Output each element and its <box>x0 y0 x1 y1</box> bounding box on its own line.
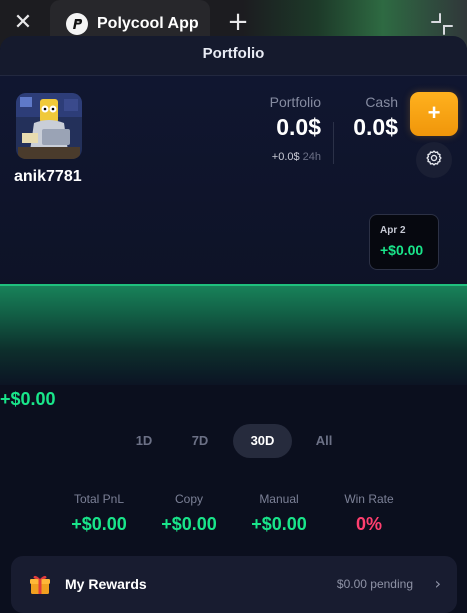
range-30d-button[interactable]: 30D <box>233 424 292 458</box>
add-funds-button[interactable]: + <box>410 92 458 136</box>
range-7d-button[interactable]: 7D <box>184 424 216 458</box>
stat-win-rate-label: Win Rate <box>344 492 394 506</box>
tooltip-date: Apr 2 <box>380 225 406 236</box>
profile-section: anik7781 Portfolio 0.0$ +0.0$ 24h Cash 0.… <box>0 76 467 286</box>
username: anik7781 <box>14 168 82 185</box>
chart-tooltip: Apr 2 +$0.00 <box>369 214 439 270</box>
balance-divider <box>333 122 334 164</box>
stat-manual-label: Manual <box>259 492 299 506</box>
collapse-arrows-icon[interactable] <box>429 11 455 37</box>
tooltip-value: +$0.00 <box>380 242 424 258</box>
range-1d-button[interactable]: 1D <box>128 424 160 458</box>
stat-total-pnl-value: +$0.00 <box>71 514 127 534</box>
settings-button[interactable] <box>416 142 452 178</box>
close-window-button[interactable]: ✕ <box>8 8 38 38</box>
pnl-chart-area[interactable] <box>0 285 467 385</box>
stat-copy-label: Copy <box>174 492 203 506</box>
page-header: Portfolio <box>0 36 467 76</box>
rewards-pending: $0.00 pending <box>336 577 413 591</box>
stat-manual-value: +$0.00 <box>251 514 307 534</box>
portfolio-label: Portfolio <box>269 94 321 110</box>
portfolio-change-period: 24h <box>302 151 321 163</box>
gear-icon <box>425 149 443 172</box>
portfolio-change: +0.0$ 24h <box>272 151 321 163</box>
portfolio-value: 0.0$ <box>276 114 321 140</box>
chart-current-value: +$0.00 <box>0 389 56 409</box>
gift-icon <box>29 573 51 595</box>
chevron-right-icon: › <box>434 574 441 593</box>
page-title: Portfolio <box>202 45 265 62</box>
tab-title: Polycool App <box>97 15 199 32</box>
portfolio-change-value: +0.0$ <box>271 151 300 163</box>
stat-copy-value: +$0.00 <box>161 514 217 534</box>
avatar[interactable] <box>16 93 82 159</box>
stat-win-rate-value: 0% <box>355 514 382 534</box>
cash-value: 0.0$ <box>353 114 398 140</box>
cash-label: Cash <box>365 94 398 110</box>
range-selector: 1D 7D 30D All <box>0 424 467 458</box>
rewards-label: My Rewards <box>65 576 147 592</box>
new-tab-button[interactable]: + <box>224 8 252 38</box>
pnl-chart-line <box>0 284 467 286</box>
range-all-button[interactable]: All <box>308 424 340 458</box>
my-rewards-row[interactable]: My Rewards $0.00 pending › <box>11 556 457 613</box>
stat-total-pnl-label: Total PnL <box>73 492 125 506</box>
polycool-logo-icon <box>66 13 88 35</box>
